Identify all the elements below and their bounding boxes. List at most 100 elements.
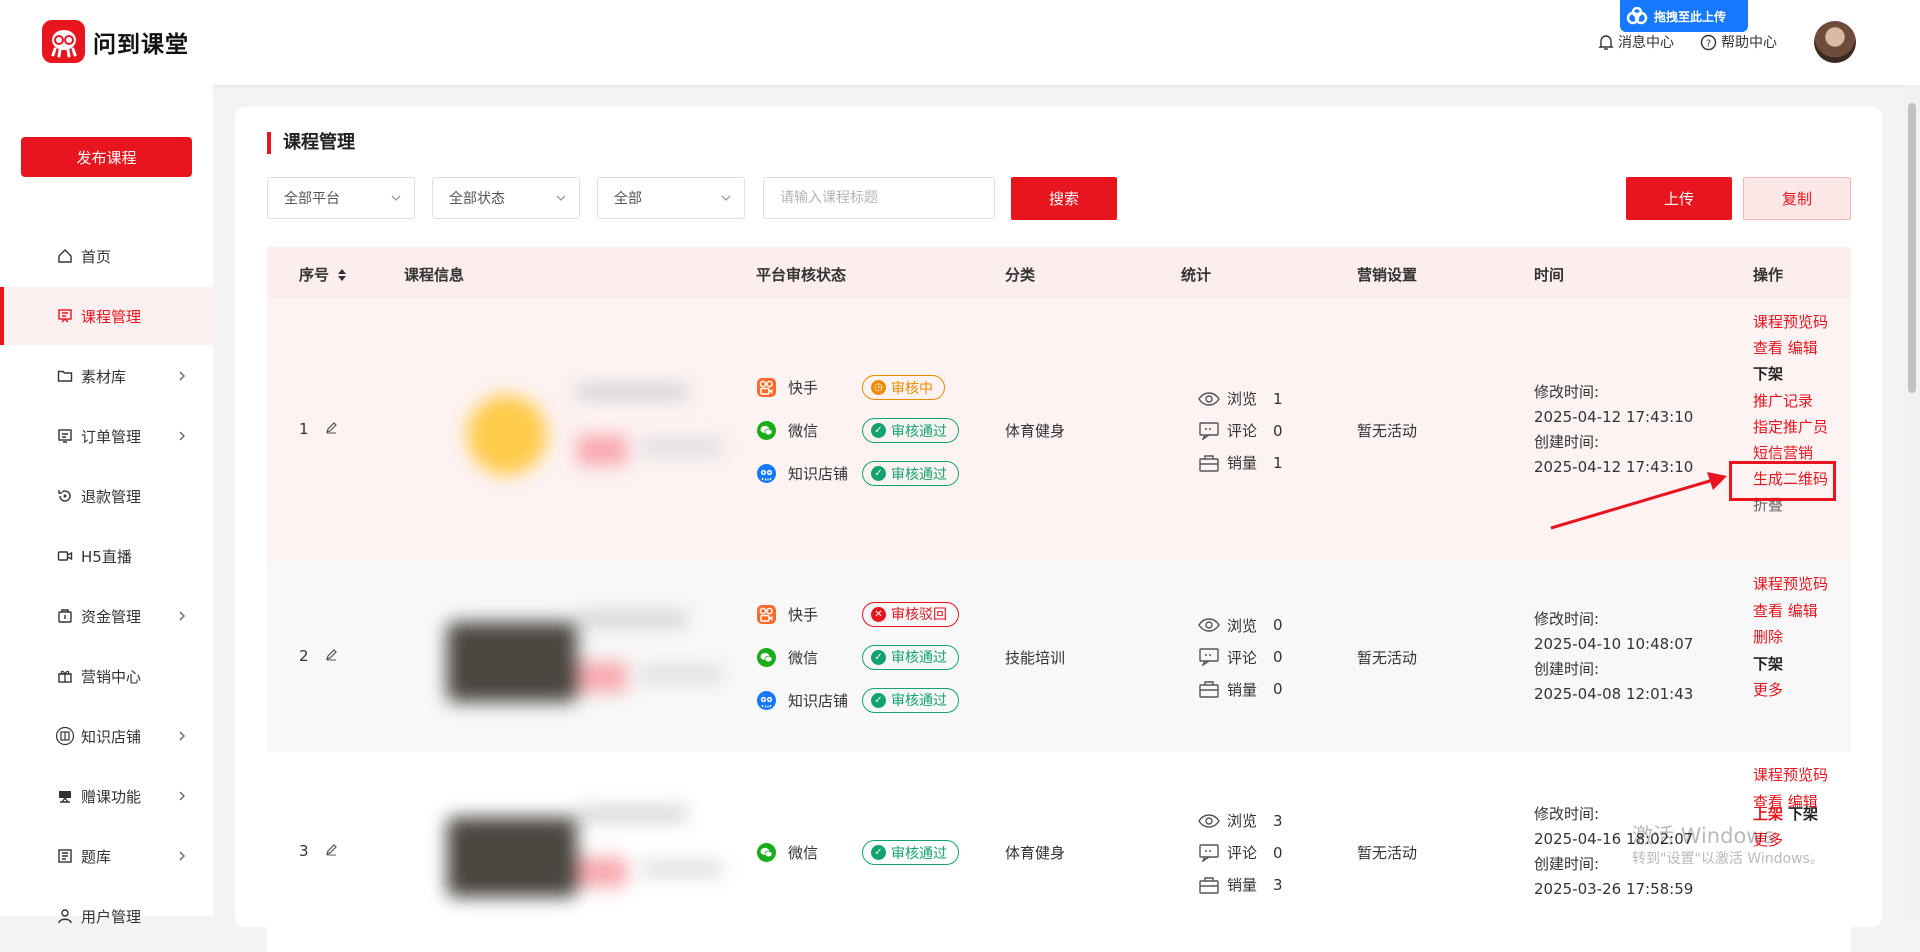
scrollbar-thumb[interactable] xyxy=(1908,103,1916,393)
logo-text: 问到课堂 xyxy=(93,31,189,58)
platform-kuaishou-icon xyxy=(757,604,776,624)
sidebar-item[interactable]: 赠课功能 xyxy=(0,767,213,825)
column-header-review-status: 平台审核状态 xyxy=(756,266,847,284)
row-marketing: 暂无活动 xyxy=(1357,422,1418,440)
edit-icon[interactable] xyxy=(317,842,338,860)
stat-comments: 评论 0 xyxy=(1197,647,1283,668)
stat-label: 销量 xyxy=(1227,876,1258,894)
help-icon: ? xyxy=(1700,34,1717,50)
chevron-down-icon xyxy=(391,195,401,201)
action-link[interactable]: 下架 xyxy=(1788,803,1818,824)
status-icon: ✓ xyxy=(871,466,886,481)
stat-views: 浏览 1 xyxy=(1197,388,1283,409)
order-icon xyxy=(55,428,75,444)
sidebar: 发布课程 首页课程管理素材库订单管理退款管理 H5直播资金管理营销中心 知识店铺 赠课… xyxy=(0,85,213,926)
action-link[interactable]: 课程预览码 xyxy=(1753,764,1828,785)
messages-link[interactable]: 消息中心 xyxy=(1598,32,1674,52)
status-select[interactable]: 全部状态 xyxy=(432,177,580,219)
action-link[interactable]: 更多 xyxy=(1753,679,1783,700)
status-badge-label: 审核通过 xyxy=(891,693,947,709)
sidebar-item[interactable]: 首页 xyxy=(0,227,213,285)
column-header-stats: 统计 xyxy=(1181,266,1212,284)
search-button[interactable]: 搜索 xyxy=(1011,177,1117,220)
sidebar-item[interactable]: H5直播 xyxy=(0,527,213,585)
help-link[interactable]: ? 帮助中心 xyxy=(1700,32,1777,52)
gift-icon xyxy=(55,668,75,684)
sidebar-item-label: 资金管理 xyxy=(81,607,142,626)
drop-upload-button[interactable]: 拖拽至此上传 xyxy=(1620,0,1748,32)
chevron-right-icon xyxy=(177,608,187,626)
chevron-right-icon xyxy=(177,788,187,806)
stat-label: 浏览 xyxy=(1227,812,1258,830)
refund-icon xyxy=(55,488,75,504)
sidebar-item-label: 订单管理 xyxy=(81,427,142,446)
platform-select[interactable]: 全部平台 xyxy=(267,177,415,219)
stat-value: 0 xyxy=(1273,421,1283,440)
folder-icon xyxy=(55,368,75,384)
column-header-category: 分类 xyxy=(1005,266,1036,284)
edit-icon[interactable] xyxy=(317,420,338,438)
sort-icon[interactable] xyxy=(337,268,347,282)
user-icon xyxy=(55,908,75,924)
sidebar-item-label: 素材库 xyxy=(81,367,127,386)
action-link[interactable]: 下架 xyxy=(1753,653,1783,674)
course-info-obscured[interactable] xyxy=(407,355,757,505)
eye-icon xyxy=(1197,813,1221,828)
scrollbar[interactable] xyxy=(1904,85,1920,916)
action-link[interactable]: 推广记录 xyxy=(1753,390,1813,411)
sidebar-item[interactable]: 知识店铺 xyxy=(0,707,213,765)
stat-views: 浏览 3 xyxy=(1197,810,1283,831)
action-link[interactable]: 短信营销 xyxy=(1753,442,1813,463)
stat-value: 0 xyxy=(1273,843,1283,862)
action-link[interactable]: 查看 编辑 xyxy=(1753,337,1818,358)
action-link[interactable]: 指定推广员 xyxy=(1753,416,1828,437)
column-header-seq[interactable]: 序号 xyxy=(299,264,347,285)
bell-icon xyxy=(1598,34,1614,50)
status-badge: ✓ 审核通过 xyxy=(862,418,959,443)
stat-sales: 销量 1 xyxy=(1197,452,1283,473)
svg-text:?: ? xyxy=(1706,38,1711,49)
sidebar-item[interactable]: 题库 xyxy=(0,827,213,885)
search-input[interactable] xyxy=(763,177,995,219)
sidebar-item[interactable]: 用户管理 xyxy=(0,887,213,945)
time-value: 2025-04-08 12:01:43 xyxy=(1534,684,1694,703)
category-select[interactable]: 全部 xyxy=(597,177,745,219)
status-badge: ✓ 审核通过 xyxy=(862,840,959,865)
status-badge-label: 审核中 xyxy=(891,380,933,397)
upload-button[interactable]: 上传 xyxy=(1626,177,1732,220)
copy-button[interactable]: 复制 xyxy=(1743,177,1851,220)
action-link[interactable]: 删除 xyxy=(1753,626,1783,647)
row-time: 修改时间: 2025-04-10 10:48:07 创建时间: 2025-04-08 … xyxy=(1534,607,1693,707)
drop-upload-label: 拖拽至此上传 xyxy=(1654,9,1727,24)
stat-label: 评论 xyxy=(1227,844,1258,862)
avatar[interactable] xyxy=(1814,21,1856,63)
row-marketing: 暂无活动 xyxy=(1357,844,1418,862)
sidebar-item[interactable]: 素材库 xyxy=(0,347,213,405)
table-row: 3 微信 ✓ 审核通过 体育健身 浏览 3 评论 0 销量 3 暂无活动 修改时间: 2025-04-16… xyxy=(267,752,1851,952)
sidebar-item[interactable]: 资金管理 xyxy=(0,587,213,645)
logo[interactable]: 问到课堂 xyxy=(42,20,189,63)
course-info-obscured[interactable] xyxy=(407,582,757,732)
sidebar-item-label: 首页 xyxy=(81,247,112,266)
sidebar-item[interactable]: 课程管理 xyxy=(0,287,213,345)
sidebar-item-label: 课程管理 xyxy=(81,307,142,326)
time-label: 创建时间: xyxy=(1534,433,1600,451)
edit-icon[interactable] xyxy=(317,647,338,665)
sidebar-item[interactable]: 订单管理 xyxy=(0,407,213,465)
sidebar-item[interactable]: 退款管理 xyxy=(0,467,213,525)
sidebar-item[interactable]: 营销中心 xyxy=(0,647,213,705)
action-link[interactable]: 课程预览码 xyxy=(1753,311,1828,332)
stat-sales: 销量 3 xyxy=(1197,874,1283,895)
platform-status: 快手 ◷ 审核中 xyxy=(757,375,945,400)
status-badge-label: 审核通过 xyxy=(891,423,947,440)
bag-icon xyxy=(1197,876,1221,894)
logo-icon xyxy=(42,20,85,63)
course-info-obscured[interactable] xyxy=(407,777,757,927)
action-link[interactable]: 下架 xyxy=(1753,363,1783,384)
platform-name: 知识店铺 xyxy=(788,465,849,483)
publish-course-button[interactable]: 发布课程 xyxy=(21,137,192,177)
row-category: 体育健身 xyxy=(1005,844,1066,862)
action-link[interactable]: 查看 编辑 xyxy=(1753,600,1818,621)
action-link[interactable]: 课程预览码 xyxy=(1753,573,1828,594)
stat-views: 浏览 0 xyxy=(1197,615,1283,636)
